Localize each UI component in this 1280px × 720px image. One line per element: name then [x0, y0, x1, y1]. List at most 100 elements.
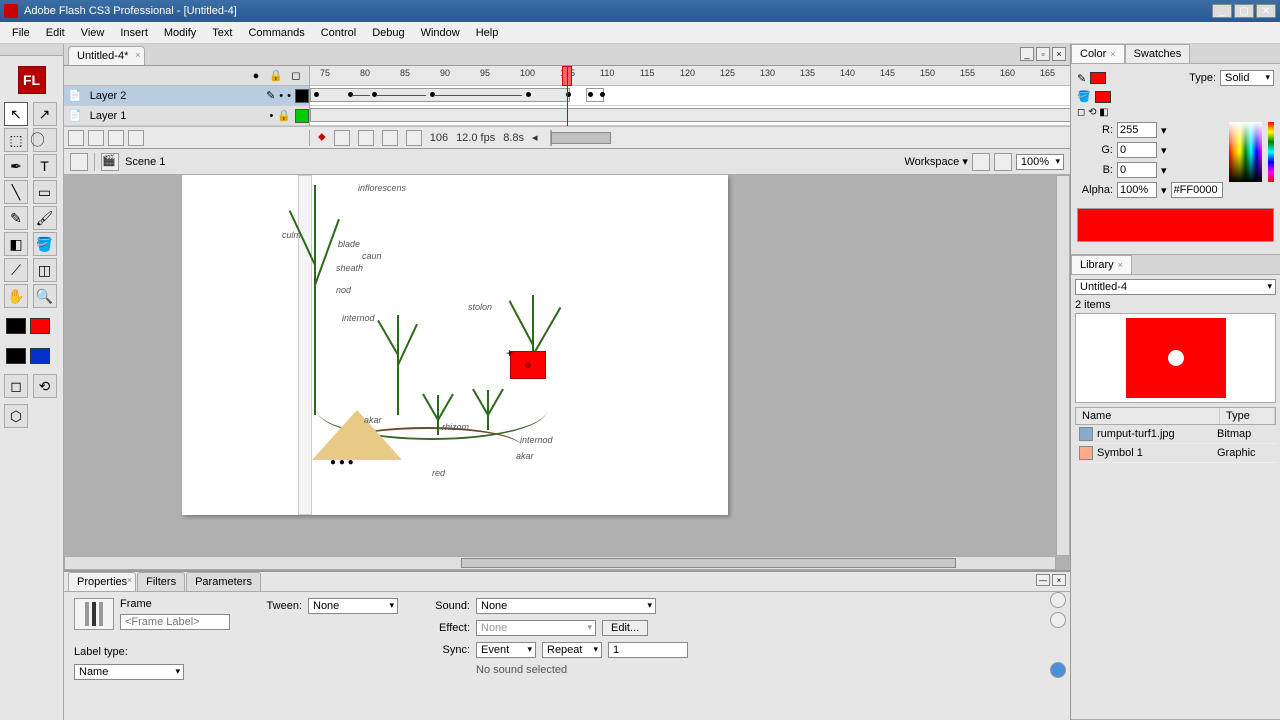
info-icon[interactable] [1050, 662, 1066, 678]
tab-color[interactable]: Color× [1071, 44, 1125, 63]
workspace-button[interactable]: Workspace ▾ [904, 155, 967, 168]
doc-restore[interactable]: ▫ [1036, 47, 1050, 61]
ink-bottle-tool[interactable]: ◧ [4, 232, 28, 256]
type-combo[interactable]: Solid [1220, 70, 1274, 86]
eraser-tool[interactable]: ◫ [33, 258, 57, 282]
stage-area[interactable]: ● ● ● inflorescens culm blade caun sheat… [64, 175, 1070, 570]
sync-repeat-combo[interactable]: Repeat [542, 642, 602, 658]
selection-tool[interactable]: ↖ [4, 102, 28, 126]
b-input[interactable] [1117, 162, 1157, 178]
minimize-button[interactable]: _ [1212, 4, 1232, 18]
lock-column-icon[interactable]: 🔒 [269, 69, 283, 82]
snap-tool[interactable]: ⬡ [4, 404, 28, 428]
library-item[interactable]: Symbol 1 Graphic [1075, 444, 1276, 463]
doc-close[interactable]: × [1052, 47, 1066, 61]
panel-close[interactable]: × [1052, 574, 1066, 586]
timeline-scrollbar[interactable] [550, 130, 552, 146]
new-folder-button[interactable] [108, 130, 124, 146]
edit-button[interactable]: Edit... [602, 620, 648, 636]
stroke-swatch-icon[interactable] [1090, 72, 1106, 84]
scene-name[interactable]: Scene 1 [125, 156, 165, 168]
delete-layer-button[interactable] [128, 130, 144, 146]
r-input[interactable] [1117, 122, 1157, 138]
alpha-input[interactable] [1117, 182, 1157, 198]
menu-control[interactable]: Control [313, 25, 364, 41]
edit-multiple-button[interactable] [406, 130, 422, 146]
lock-icon[interactable]: 🔒 [277, 109, 291, 122]
frame-label-input[interactable] [120, 614, 230, 630]
library-header[interactable]: Name Type [1075, 407, 1276, 425]
rectangle-tool[interactable]: ▭ [33, 180, 57, 204]
layer-row-2[interactable]: 📄 Layer 2 ✎ •• [64, 86, 309, 106]
menu-commands[interactable]: Commands [240, 25, 312, 41]
lasso-tool[interactable]: ⃝ [33, 128, 57, 152]
free-transform-tool[interactable]: ⬚ [4, 128, 28, 152]
subselection-tool[interactable]: ↗ [33, 102, 57, 126]
option-2[interactable]: ⟲ [33, 374, 57, 398]
paint-bucket-tool[interactable]: 🪣 [33, 232, 57, 256]
bucket-icon[interactable]: 🪣 [1077, 90, 1091, 103]
stage-vscroll[interactable] [1056, 175, 1070, 556]
sound-combo[interactable]: None [476, 598, 656, 614]
library-item[interactable]: rumput-turf1.jpg Bitmap [1075, 425, 1276, 444]
menu-file[interactable]: File [4, 25, 38, 41]
menu-view[interactable]: View [73, 25, 113, 41]
zoom-tool[interactable]: 🔍 [33, 284, 57, 308]
menu-insert[interactable]: Insert [112, 25, 156, 41]
tab-swatches[interactable]: Swatches [1125, 44, 1191, 63]
tween-combo[interactable]: None [308, 598, 398, 614]
layer-pencil-icon[interactable]: ✎ [266, 89, 275, 102]
stage-hscroll[interactable] [64, 556, 1056, 570]
tab-parameters[interactable]: Parameters [186, 572, 261, 591]
text-tool[interactable]: T [33, 154, 57, 178]
menu-help[interactable]: Help [468, 25, 507, 41]
hex-input[interactable] [1171, 182, 1223, 198]
tab-library[interactable]: Library× [1071, 255, 1132, 274]
fill-swatch-icon[interactable] [1095, 91, 1111, 103]
edit-scene-icon[interactable] [70, 153, 88, 171]
pen-tool[interactable]: ✒ [4, 154, 28, 178]
frame-row-layer1[interactable] [310, 106, 1070, 126]
fill-color-well[interactable] [30, 318, 50, 334]
library-doc-combo[interactable]: Untitled-4 [1075, 279, 1276, 295]
sync-event-combo[interactable]: Event [476, 642, 536, 658]
menu-text[interactable]: Text [204, 25, 240, 41]
edit-symbols-icon[interactable] [972, 153, 990, 171]
label-type-combo[interactable]: Name [74, 664, 184, 680]
effect-combo[interactable]: None [476, 620, 596, 636]
visibility-column-icon[interactable]: ● [249, 70, 263, 82]
eyedropper-tool[interactable]: ⟋ [4, 258, 28, 282]
frame-nav-left[interactable]: ◂ [532, 131, 538, 144]
close-button[interactable]: ✕ [1256, 4, 1276, 18]
new-layer-button[interactable] [68, 130, 84, 146]
document-tab[interactable]: Untitled-4* × [68, 46, 145, 65]
help-icon[interactable] [1050, 592, 1066, 608]
red-symbol-instance[interactable] [510, 351, 546, 379]
tab-filters[interactable]: Filters [137, 572, 185, 591]
tab-properties[interactable]: Properties× [68, 572, 136, 591]
stroke-color-well[interactable] [6, 318, 26, 334]
zoom-combo[interactable]: 100% [1016, 154, 1064, 170]
no-color-icon[interactable] [30, 348, 50, 364]
layer-color-box[interactable] [295, 109, 309, 123]
onion-skin-button[interactable] [358, 130, 374, 146]
new-motion-guide-button[interactable] [88, 130, 104, 146]
spectrum-picker[interactable] [1229, 122, 1263, 182]
pencil-icon[interactable]: ✎ [1077, 72, 1086, 85]
black-white-swap[interactable] [6, 348, 26, 364]
outline-column-icon[interactable]: ◻ [289, 69, 303, 82]
sync-count-input[interactable] [608, 642, 688, 658]
options-icon[interactable] [1050, 612, 1066, 628]
menu-edit[interactable]: Edit [38, 25, 73, 41]
menu-window[interactable]: Window [413, 25, 468, 41]
brush-tool[interactable]: 🖌 [33, 206, 57, 230]
menu-modify[interactable]: Modify [156, 25, 204, 41]
hand-tool[interactable]: ✋ [4, 284, 28, 308]
line-tool[interactable]: ╲ [4, 180, 28, 204]
pencil-tool[interactable]: ✎ [4, 206, 28, 230]
edit-scene-icon2[interactable] [994, 153, 1012, 171]
hue-slider[interactable] [1268, 122, 1274, 182]
layer-color-box[interactable] [295, 89, 309, 103]
timeline-ruler[interactable]: 75 80 85 90 95 100 105 110 115 120 125 1… [310, 66, 1070, 86]
menu-debug[interactable]: Debug [364, 25, 412, 41]
